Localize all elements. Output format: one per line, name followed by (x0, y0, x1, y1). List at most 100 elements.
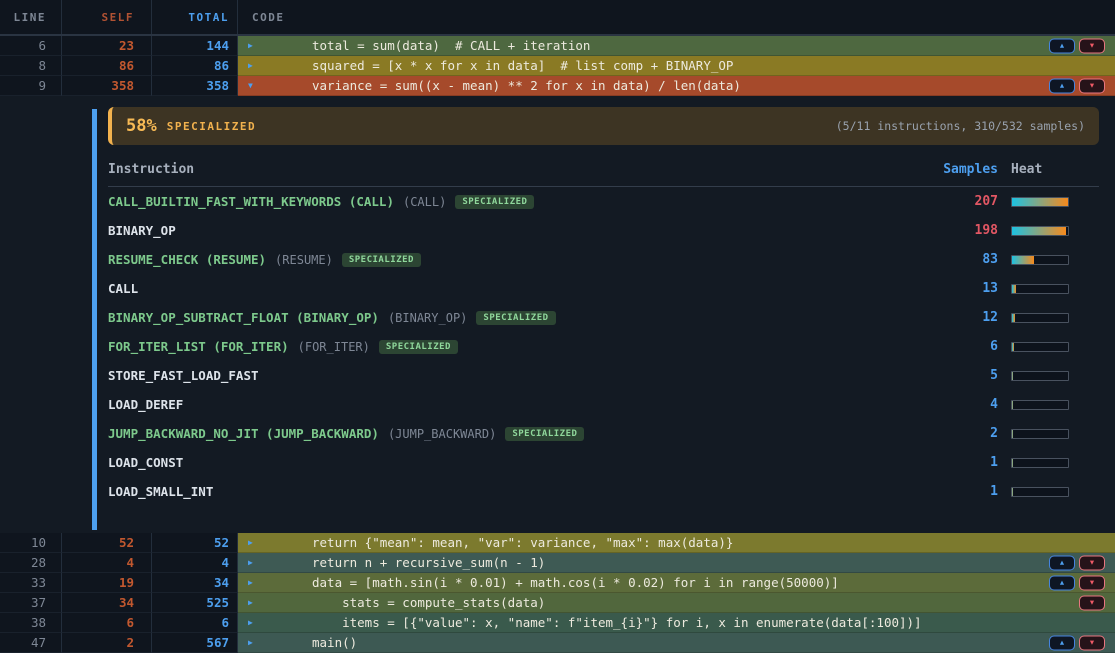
heat-bar-fill (1012, 314, 1015, 322)
code-line-row: 3734525▶ stats = compute_stats(data)▼ (0, 593, 1115, 613)
column-header-self: SELF (62, 0, 152, 34)
instruction-samples-value: 2 (898, 426, 998, 441)
code-cell[interactable]: ▼variance = sum((x - mean) ** 2 for x in… (238, 76, 1115, 96)
code-line-row: 9358358▼variance = sum((x - mean) ** 2 f… (0, 76, 1115, 96)
heat-bar-cell (998, 342, 1099, 352)
instruction-row: RESUME_CHECK (RESUME)(RESUME)SPECIALIZED… (108, 245, 1099, 274)
instruction-table-header: Instruction Samples Heat (108, 162, 1099, 187)
heat-bar-track (1011, 226, 1069, 236)
jump-down-button[interactable]: ▼ (1079, 555, 1105, 570)
specialization-banner: 58% SPECIALIZED (5/11 instructions, 310/… (108, 107, 1099, 145)
instruction-name-group: JUMP_BACKWARD_NO_JIT (JUMP_BACKWARD)(JUM… (108, 426, 898, 441)
heat-bar-track (1011, 429, 1069, 439)
instruction-name: JUMP_BACKWARD_NO_JIT (JUMP_BACKWARD) (108, 426, 379, 441)
instruction-name: BINARY_OP_SUBTRACT_FLOAT (BINARY_OP) (108, 310, 379, 325)
instruction-samples-value: 198 (898, 223, 998, 238)
instruction-name-group: BINARY_OP (108, 223, 898, 238)
jump-down-button[interactable]: ▼ (1079, 635, 1105, 650)
code-line-row: 3866▶ items = [{"value": x, "name": f"it… (0, 613, 1115, 633)
source-code-text: main() (312, 635, 357, 650)
panel-content: 58% SPECIALIZED (5/11 instructions, 310/… (108, 107, 1099, 506)
instruction-base-opcode: (CALL) (403, 195, 446, 209)
collapse-triangle-right-icon[interactable]: ▶ (248, 598, 262, 607)
specialized-badge: SPECIALIZED (379, 340, 458, 354)
collapse-triangle-right-icon[interactable]: ▶ (248, 41, 262, 50)
heat-bar-cell (998, 226, 1099, 236)
row-nav-buttons: ▲▼ (1049, 38, 1105, 53)
collapse-triangle-right-icon[interactable]: ▶ (248, 618, 262, 627)
heat-bar-fill (1012, 198, 1068, 206)
collapse-triangle-right-icon[interactable]: ▶ (248, 538, 262, 547)
self-samples-cell: 4 (62, 553, 152, 573)
collapse-triangle-right-icon[interactable]: ▶ (248, 61, 262, 70)
instruction-row: LOAD_DEREF 4 (108, 390, 1099, 419)
jump-up-button[interactable]: ▲ (1049, 38, 1075, 53)
heat-bar-cell (998, 371, 1099, 381)
heat-bar-fill (1012, 343, 1014, 351)
jump-down-button[interactable]: ▼ (1079, 595, 1105, 610)
heat-bar-track (1011, 487, 1069, 497)
code-cell[interactable]: ▶ items = [{"value": x, "name": f"item_{… (238, 613, 1115, 633)
code-cell[interactable]: ▶ main() ▲ ▼ (238, 633, 1115, 653)
heat-bar-track (1011, 255, 1069, 265)
heat-column-header: Heat (998, 162, 1099, 177)
code-cell[interactable]: ▶total = sum(data) # CALL + iteration▲▼ (238, 36, 1115, 56)
jump-down-button[interactable]: ▼ (1079, 78, 1105, 93)
self-samples-cell: 6 (62, 613, 152, 633)
instruction-detail-panel: 58% SPECIALIZED (5/11 instructions, 310/… (0, 107, 1115, 533)
line-number-cell: 10 (0, 533, 62, 553)
line-number-cell: 6 (0, 36, 62, 56)
code-cell[interactable]: ▶return {"mean": mean, "var": variance, … (238, 533, 1115, 553)
instruction-row: LOAD_SMALL_INT1 (108, 477, 1099, 506)
heat-bar-track (1011, 197, 1069, 207)
instruction-samples-value: 12 (898, 310, 998, 325)
code-line-row: 623144▶total = sum(data) # CALL + iterat… (0, 36, 1115, 56)
instruction-samples-value: 4 (898, 397, 998, 412)
jump-up-button[interactable]: ▲ (1049, 78, 1075, 93)
instruction-name-group: LOAD_SMALL_INT (108, 484, 898, 499)
column-header-total: TOTAL (152, 0, 238, 34)
heat-bar-cell (998, 255, 1099, 265)
instruction-row: BINARY_OP_SUBTRACT_FLOAT (BINARY_OP)(BIN… (108, 303, 1099, 332)
expand-triangle-down-icon[interactable]: ▼ (248, 81, 262, 90)
heat-bar-fill (1012, 459, 1013, 467)
collapse-triangle-right-icon[interactable]: ▶ (248, 578, 262, 587)
heat-bar-cell (998, 284, 1099, 294)
heat-bar-fill (1012, 372, 1013, 380)
heat-bar-fill (1012, 256, 1034, 264)
specialized-badge: SPECIALIZED (476, 311, 555, 325)
code-cell[interactable]: ▶ stats = compute_stats(data) ▼ (238, 593, 1115, 613)
instruction-samples-value: 6 (898, 339, 998, 354)
instruction-name: LOAD_DEREF (108, 397, 183, 412)
line-number-cell: 9 (0, 76, 62, 96)
heat-bar-cell (998, 429, 1099, 439)
specialized-badge: SPECIALIZED (455, 195, 534, 209)
line-number-cell: 8 (0, 56, 62, 76)
source-code-text: stats = compute_stats(data) (312, 595, 545, 610)
jump-down-button[interactable]: ▼ (1079, 575, 1105, 590)
collapse-triangle-right-icon[interactable]: ▶ (248, 558, 262, 567)
instruction-name: BINARY_OP (108, 223, 176, 238)
instruction-name: STORE_FAST_LOAD_FAST (108, 368, 259, 383)
code-cell[interactable]: ▶return n + recursive_sum(n - 1)▲▼ (238, 553, 1115, 573)
source-code-text: items = [{"value": x, "name": f"item_{i}… (312, 615, 922, 630)
instruction-row: CALL_BUILTIN_FAST_WITH_KEYWORDS (CALL)(C… (108, 187, 1099, 216)
code-cell[interactable]: ▶squared = [x * x for x in data] # list … (238, 56, 1115, 76)
instruction-name: LOAD_SMALL_INT (108, 484, 213, 499)
heat-bar-fill (1012, 488, 1013, 496)
jump-down-button[interactable]: ▼ (1079, 38, 1105, 53)
heat-bar-fill (1012, 227, 1066, 235)
total-samples-cell: 144 (152, 36, 238, 56)
collapse-triangle-right-icon[interactable]: ▶ (248, 638, 262, 647)
line-number-cell: 33 (0, 573, 62, 593)
jump-up-button[interactable]: ▲ (1049, 635, 1075, 650)
code-line-row: 105252▶return {"mean": mean, "var": vari… (0, 533, 1115, 553)
column-header-code: CODE (238, 0, 1115, 34)
heat-bar-fill (1012, 401, 1013, 409)
jump-up-button[interactable]: ▲ (1049, 555, 1075, 570)
code-cell[interactable]: ▶data = [math.sin(i * 0.01) + math.cos(i… (238, 573, 1115, 593)
instruction-name-group: LOAD_DEREF (108, 397, 898, 412)
line-number-cell: 28 (0, 553, 62, 573)
instruction-samples-value: 13 (898, 281, 998, 296)
jump-up-button[interactable]: ▲ (1049, 575, 1075, 590)
